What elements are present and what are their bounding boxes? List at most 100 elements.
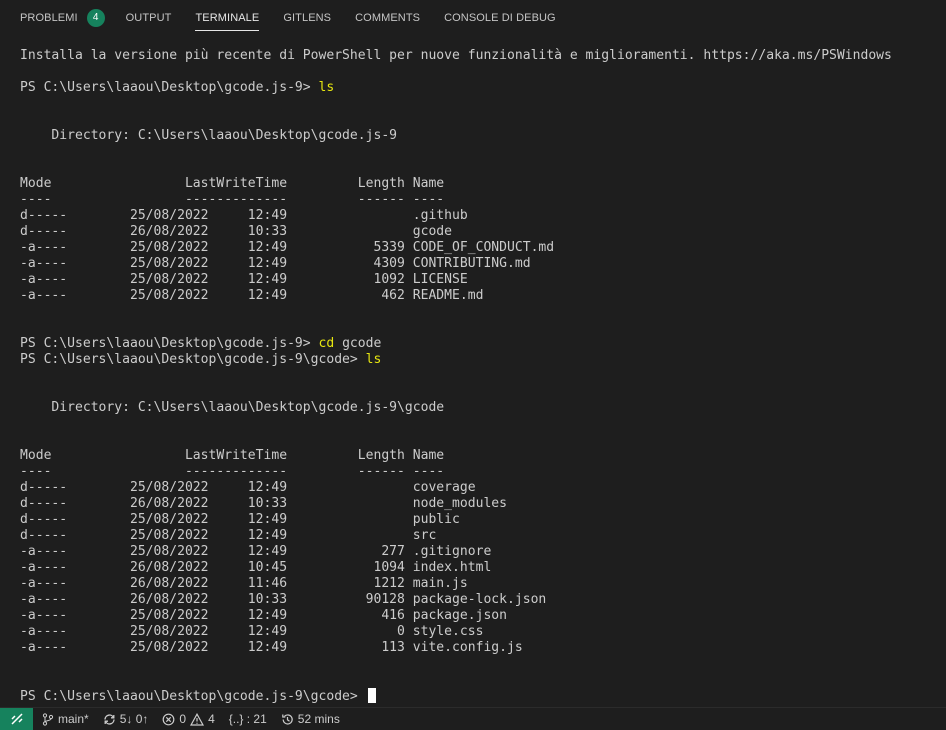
terminal-line-text: ---- ------------- ------ ---- <box>20 464 445 479</box>
terminal-line: d----- 25/08/2022 12:49 src <box>20 528 940 544</box>
sync-status: 5↓ 0↑ <box>119 712 149 726</box>
terminal-command: cd <box>318 336 335 351</box>
terminal-line-text: ---- ------------- ------ ---- <box>20 192 445 207</box>
tab-output-label: OUTPUT <box>125 11 172 24</box>
terminal-line-text: -a---- 26/08/2022 11:46 1212 main.js <box>20 576 468 591</box>
terminal-line: -a---- 26/08/2022 10:33 90128 package-lo… <box>20 592 940 608</box>
terminal-line: PS C:\Users\laaou\Desktop\gcode.js-9> cd… <box>20 336 940 352</box>
terminal-line-text: -a---- 25/08/2022 12:49 4309 CONTRIBUTIN… <box>20 256 531 271</box>
problems-status[interactable]: 0 4 <box>162 712 215 726</box>
terminal-line-text: -a---- 25/08/2022 12:49 416 package.json <box>20 608 508 623</box>
terminal-line: Mode LastWriteTime Length Name <box>20 176 940 192</box>
problems-count-badge: 4 <box>86 8 105 27</box>
terminal-line: -a---- 25/08/2022 12:49 0 style.css <box>20 624 940 640</box>
tab-debug-console[interactable]: CONSOLE DI DEBUG <box>444 0 556 35</box>
terminal-line-text: PS C:\Users\laaou\Desktop\gcode.js-9\gco… <box>20 689 366 704</box>
sync-icon <box>104 713 115 725</box>
terminal-line: -a---- 25/08/2022 12:49 416 package.json <box>20 608 940 624</box>
selection-indicator[interactable]: {..} : 21 <box>229 712 267 726</box>
time-tracker[interactable]: 52 mins <box>281 712 340 726</box>
terminal-line-text: Mode LastWriteTime Length Name <box>20 448 445 463</box>
terminal-line: d----- 25/08/2022 12:49 coverage <box>20 480 940 496</box>
terminal-line-text: d----- 25/08/2022 12:49 src <box>20 528 437 543</box>
terminal-line-text: -a---- 25/08/2022 12:49 113 vite.config.… <box>20 640 523 655</box>
panel-tab-bar: PROBLEMI 4 OUTPUT TERMINALE GITLENS COMM… <box>0 0 946 35</box>
error-count: 0 <box>179 712 187 726</box>
tab-output[interactable]: OUTPUT <box>126 0 172 35</box>
tab-terminal-label: TERMINALE <box>195 11 260 24</box>
terminal-line-text: -a---- 25/08/2022 12:49 5339 CODE_OF_CON… <box>20 240 555 255</box>
terminal-line: -a---- 25/08/2022 12:49 5339 CODE_OF_CON… <box>20 240 940 256</box>
terminal-line-text: -a---- 26/08/2022 10:45 1094 index.html <box>20 560 492 575</box>
terminal-line: -a---- 26/08/2022 11:46 1212 main.js <box>20 576 940 592</box>
terminal-line: -a---- 25/08/2022 12:49 113 vite.config.… <box>20 640 940 656</box>
terminal-line: d----- 25/08/2022 12:49 .github <box>20 208 940 224</box>
terminal-line-text: d----- 26/08/2022 10:33 gcode <box>20 224 453 239</box>
terminal-line-text: -a---- 25/08/2022 12:49 1092 LICENSE <box>20 272 468 287</box>
selection-label: {..} : 21 <box>228 712 267 726</box>
terminal-line: ---- ------------- ------ ---- <box>20 464 940 480</box>
terminal-line: -a---- 26/08/2022 10:45 1094 index.html <box>20 560 940 576</box>
terminal-line: Directory: C:\Users\laaou\Desktop\gcode.… <box>20 400 940 416</box>
terminal-command-arg: gcode <box>334 336 382 351</box>
terminal-command: ls <box>365 352 382 367</box>
terminal-line: -a---- 25/08/2022 12:49 1092 LICENSE <box>20 272 940 288</box>
terminal-line: d----- 26/08/2022 10:33 node_modules <box>20 496 940 512</box>
terminal-line-text: Mode LastWriteTime Length Name <box>20 176 445 191</box>
terminal-line: PS C:\Users\laaou\Desktop\gcode.js-9\gco… <box>20 688 940 704</box>
terminal-line-text: -a---- 25/08/2022 12:49 0 style.css <box>20 624 484 639</box>
tab-terminal[interactable]: TERMINALE <box>195 0 259 35</box>
terminal-line: d----- 26/08/2022 10:33 gcode <box>20 224 940 240</box>
terminal-line: Directory: C:\Users\laaou\Desktop\gcode.… <box>20 128 940 144</box>
terminal-line-text: Directory: C:\Users\laaou\Desktop\gcode.… <box>20 128 398 143</box>
terminal-line-text: -a---- 25/08/2022 12:49 462 README.md <box>20 288 484 303</box>
terminal-line-text: d----- 26/08/2022 10:33 node_modules <box>20 496 508 511</box>
terminal-line: -a---- 25/08/2022 12:49 4309 CONTRIBUTIN… <box>20 256 940 272</box>
warning-count: 4 <box>208 712 215 726</box>
remote-indicator[interactable] <box>0 708 33 730</box>
terminal-line-text: -a---- 25/08/2022 12:49 277 .gitignore <box>20 544 492 559</box>
terminal-line-text: Directory: C:\Users\laaou\Desktop\gcode.… <box>20 400 445 415</box>
git-branch-label: main* <box>58 712 89 726</box>
terminal-line-text: d----- 25/08/2022 12:49 public <box>20 512 460 527</box>
terminal-command: ls <box>318 80 335 95</box>
history-icon <box>281 713 293 725</box>
terminal-line-text: PS C:\Users\laaou\Desktop\gcode.js-9> <box>20 336 319 351</box>
terminal-output[interactable]: Installa la versione più recente di Powe… <box>20 48 940 704</box>
terminal-line: ---- ------------- ------ ---- <box>20 192 940 208</box>
tab-comments[interactable]: COMMENTS <box>355 0 420 35</box>
terminal-line-text: d----- 25/08/2022 12:49 coverage <box>20 480 476 495</box>
terminal-line-text: PS C:\Users\laaou\Desktop\gcode.js-9> <box>20 80 319 95</box>
terminal-line: PS C:\Users\laaou\Desktop\gcode.js-9> ls <box>20 80 940 96</box>
git-branch[interactable]: main* <box>42 712 89 726</box>
remote-icon <box>10 713 23 725</box>
terminal-line-text: -a---- 26/08/2022 10:33 90128 package-lo… <box>20 592 547 607</box>
status-bar: main* 5↓ 0↑ 0 4 {..} : 21 52 mins <box>0 707 946 730</box>
terminal-line: Installa la versione più recente di Powe… <box>20 48 940 64</box>
terminal-line-text: PS C:\Users\laaou\Desktop\gcode.js-9\gco… <box>20 352 366 367</box>
terminal-line: Mode LastWriteTime Length Name <box>20 448 940 464</box>
terminal-line: -a---- 25/08/2022 12:49 462 README.md <box>20 288 940 304</box>
tab-gitlens-label: GITLENS <box>283 11 332 24</box>
tab-gitlens[interactable]: GITLENS <box>283 0 331 35</box>
error-icon <box>162 713 175 725</box>
tab-debug-console-label: CONSOLE DI DEBUG <box>444 11 556 24</box>
warning-icon <box>190 712 205 726</box>
terminal-line-text: d----- 25/08/2022 12:49 .github <box>20 208 468 223</box>
tab-problems-label: PROBLEMI <box>20 11 78 24</box>
terminal-line: d----- 25/08/2022 12:49 public <box>20 512 940 528</box>
tab-problems[interactable]: PROBLEMI 4 <box>20 0 105 35</box>
git-branch-icon <box>42 712 54 726</box>
git-sync[interactable]: 5↓ 0↑ <box>103 712 149 726</box>
